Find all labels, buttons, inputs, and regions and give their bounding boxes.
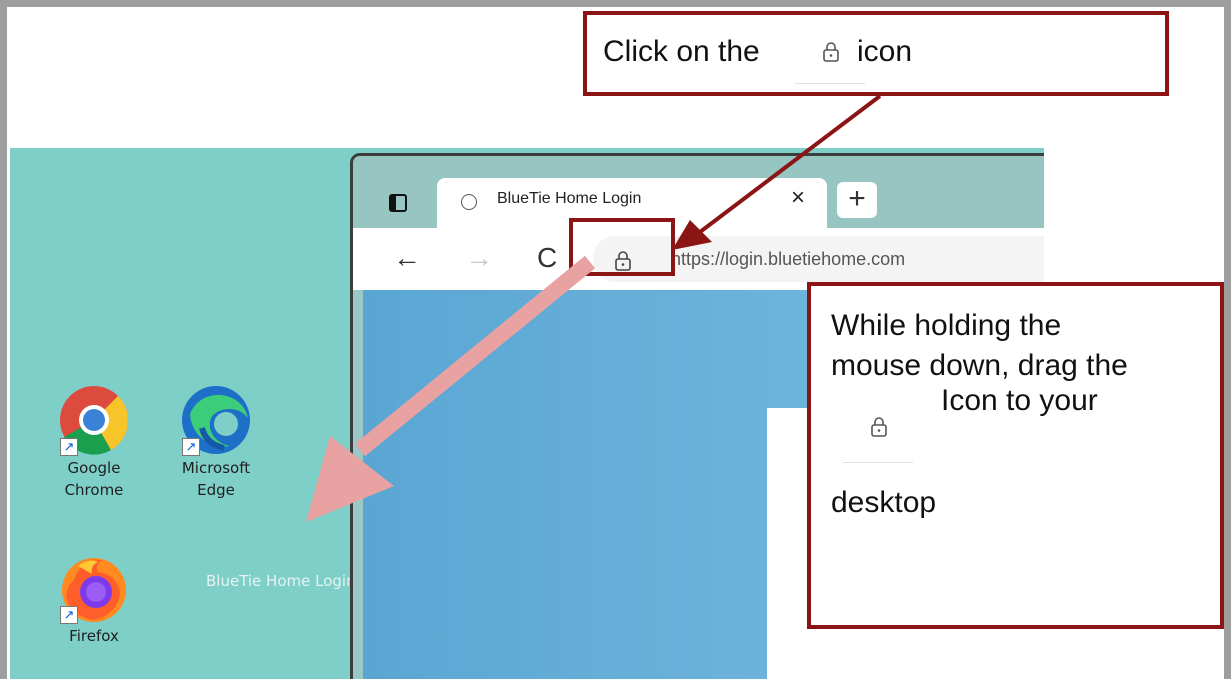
arrow-dark-head: [672, 220, 712, 250]
arrow-dark-line: [698, 94, 882, 234]
annotation-arrows: [306, 94, 882, 522]
arrow-light-head: [306, 436, 394, 522]
arrow-light-line: [354, 255, 596, 457]
